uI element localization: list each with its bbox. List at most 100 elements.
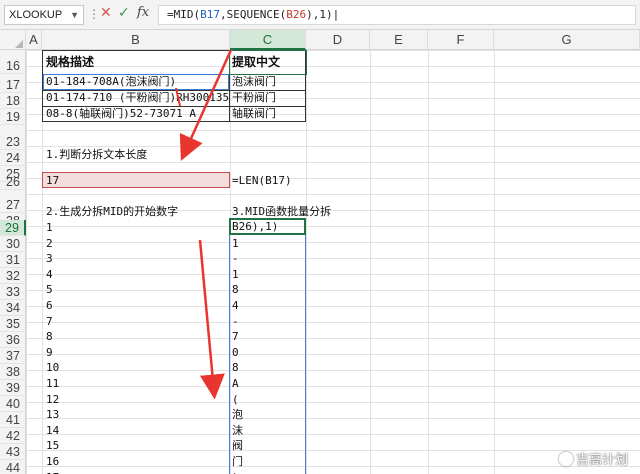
cell-b18[interactable]: 01-174-710 (干粉阀门)RH300135 — [43, 90, 229, 106]
row-header[interactable]: 16 — [0, 58, 26, 74]
split-char-value[interactable]: 门 — [229, 454, 243, 470]
row-header[interactable]: 23 — [0, 134, 26, 150]
watermark: 吉高计划 — [558, 449, 628, 468]
column-header-c[interactable]: C — [230, 30, 306, 50]
row-header[interactable]: 27 — [0, 197, 26, 213]
row-header[interactable]: 42 — [0, 428, 26, 444]
split-char-value[interactable]: ( — [229, 392, 239, 408]
grid-line — [428, 50, 429, 474]
step2-label[interactable]: 2.生成分拆MID的开始数字 — [43, 204, 178, 220]
sequence-value[interactable]: 11 — [43, 376, 59, 392]
sequence-value[interactable]: 2 — [43, 236, 53, 252]
column-header-b[interactable]: B — [42, 30, 230, 50]
split-char-value[interactable]: 泡 — [229, 407, 243, 423]
row-header[interactable]: 40 — [0, 396, 26, 412]
row-header[interactable]: 36 — [0, 332, 26, 348]
sequence-value[interactable]: 16 — [43, 454, 59, 470]
sequence-value[interactable]: 17 — [43, 470, 59, 474]
row-header[interactable]: 34 — [0, 300, 26, 316]
formula-ref-b17: B17 — [200, 8, 220, 21]
formula-bar: XLOOKUP ▼ ⋮ ✕ ✓ fx =MID(B17,SEQUENCE(B26… — [0, 0, 640, 30]
column-header-e[interactable]: E — [370, 30, 428, 50]
column-header-a[interactable]: A — [26, 30, 42, 50]
formula-part: ),1) — [306, 8, 333, 21]
split-char-value[interactable]: 8 — [229, 360, 239, 376]
confirm-icon[interactable]: ✓ — [118, 5, 130, 21]
header-extract-chinese[interactable]: 提取中文 — [229, 54, 280, 70]
split-char-value[interactable]: ) — [229, 470, 239, 474]
split-char-value[interactable]: 0 — [229, 345, 239, 361]
select-all-corner[interactable] — [0, 30, 26, 50]
more-options-icon[interactable]: ⋮ — [88, 7, 100, 21]
formula-input[interactable]: =MID(B17,SEQUENCE(B26),1)| — [158, 5, 636, 25]
cell-c19[interactable]: 轴联阀门 — [229, 106, 276, 122]
row-header[interactable]: 43 — [0, 444, 26, 460]
row-header[interactable]: 30 — [0, 236, 26, 252]
cell-b19[interactable]: 08-8(轴联阀门)52-73071 A — [43, 106, 196, 122]
sequence-value[interactable]: 6 — [43, 298, 53, 314]
cell-c26[interactable]: =LEN(B17) — [229, 173, 292, 189]
name-box-value: XLOOKUP — [9, 9, 63, 21]
text-cursor: | — [332, 8, 340, 21]
row-header-bar: 16 17 18 19 23 24 25 26 27 28 29 30 31 3… — [0, 50, 26, 474]
row-header-selected[interactable]: 29 — [0, 220, 26, 236]
row-header[interactable]: 33 — [0, 284, 26, 300]
cell-b26[interactable]: 17 — [43, 173, 59, 189]
row-header[interactable]: 24 — [0, 150, 26, 166]
sequence-value[interactable]: 15 — [43, 438, 59, 454]
formula-ref-b26: B26 — [286, 8, 307, 21]
sequence-value[interactable]: 4 — [43, 267, 53, 283]
row-header[interactable]: 38 — [0, 364, 26, 380]
sequence-value[interactable]: 3 — [43, 251, 53, 267]
row-header[interactable]: 39 — [0, 380, 26, 396]
cancel-icon[interactable]: ✕ — [100, 5, 112, 21]
split-char-value[interactable]: - — [229, 251, 239, 267]
split-char-value[interactable]: 1 — [229, 267, 239, 283]
split-char-value[interactable]: 1 — [229, 236, 239, 252]
insert-function-icon[interactable]: fx — [137, 5, 149, 20]
worksheet-grid[interactable]: 规格描述 提取中文 01-184-708A(泡沫阀门) 泡沫阀门 01-174-… — [26, 50, 640, 474]
chevron-down-icon[interactable]: ▼ — [70, 6, 79, 24]
formula-part: =MID( — [167, 8, 201, 21]
header-spec-description[interactable]: 规格描述 — [43, 54, 94, 70]
row-header[interactable]: 18 — [0, 93, 26, 109]
split-char-value[interactable]: 7 — [229, 329, 239, 345]
sequence-value[interactable]: 8 — [43, 329, 53, 345]
column-header-g[interactable]: G — [494, 30, 640, 50]
cell-b17[interactable]: 01-184-708A(泡沫阀门) — [43, 74, 176, 90]
row-header[interactable]: 44 — [0, 460, 26, 474]
sequence-value[interactable]: 9 — [43, 345, 53, 361]
row-header[interactable]: 26 — [0, 174, 26, 190]
grid-line — [306, 50, 307, 474]
sequence-value[interactable]: 7 — [43, 314, 53, 330]
split-char-value[interactable]: 阀 — [229, 438, 243, 454]
split-char-value[interactable]: A — [229, 376, 239, 392]
column-header-f[interactable]: F — [428, 30, 494, 50]
cell-c18[interactable]: 干粉阀门 — [229, 90, 276, 106]
row-header[interactable]: 19 — [0, 109, 26, 125]
formula-part: ,SEQUENCE( — [220, 8, 287, 21]
row-header[interactable]: 17 — [0, 77, 26, 93]
cell-c17[interactable]: 泡沫阀门 — [229, 74, 276, 90]
split-char-value[interactable]: 8 — [229, 282, 239, 298]
row-header[interactable]: 35 — [0, 316, 26, 332]
sequence-value[interactable]: 10 — [43, 360, 59, 376]
cell-c29-editing[interactable]: B26),1) — [229, 219, 278, 235]
row-header[interactable]: 41 — [0, 412, 26, 428]
split-char-value[interactable]: - — [229, 314, 239, 330]
sequence-value[interactable]: 12 — [43, 392, 59, 408]
row-header[interactable]: 37 — [0, 348, 26, 364]
sequence-value[interactable]: 5 — [43, 282, 53, 298]
row-header[interactable]: 31 — [0, 252, 26, 268]
step1-label[interactable]: 1.判断分拆文本长度 — [43, 147, 147, 163]
row-header[interactable]: 32 — [0, 268, 26, 284]
name-box[interactable]: XLOOKUP ▼ — [4, 5, 84, 25]
sequence-value[interactable]: 13 — [43, 407, 59, 423]
sequence-value[interactable]: 1 — [43, 220, 53, 236]
watermark-logo-icon — [558, 452, 573, 466]
cell-b26-highlight — [42, 172, 230, 188]
split-char-value[interactable]: 4 — [229, 298, 239, 314]
column-header-d[interactable]: D — [306, 30, 370, 50]
split-char-value[interactable]: 沫 — [229, 423, 243, 439]
sequence-value[interactable]: 14 — [43, 423, 59, 439]
